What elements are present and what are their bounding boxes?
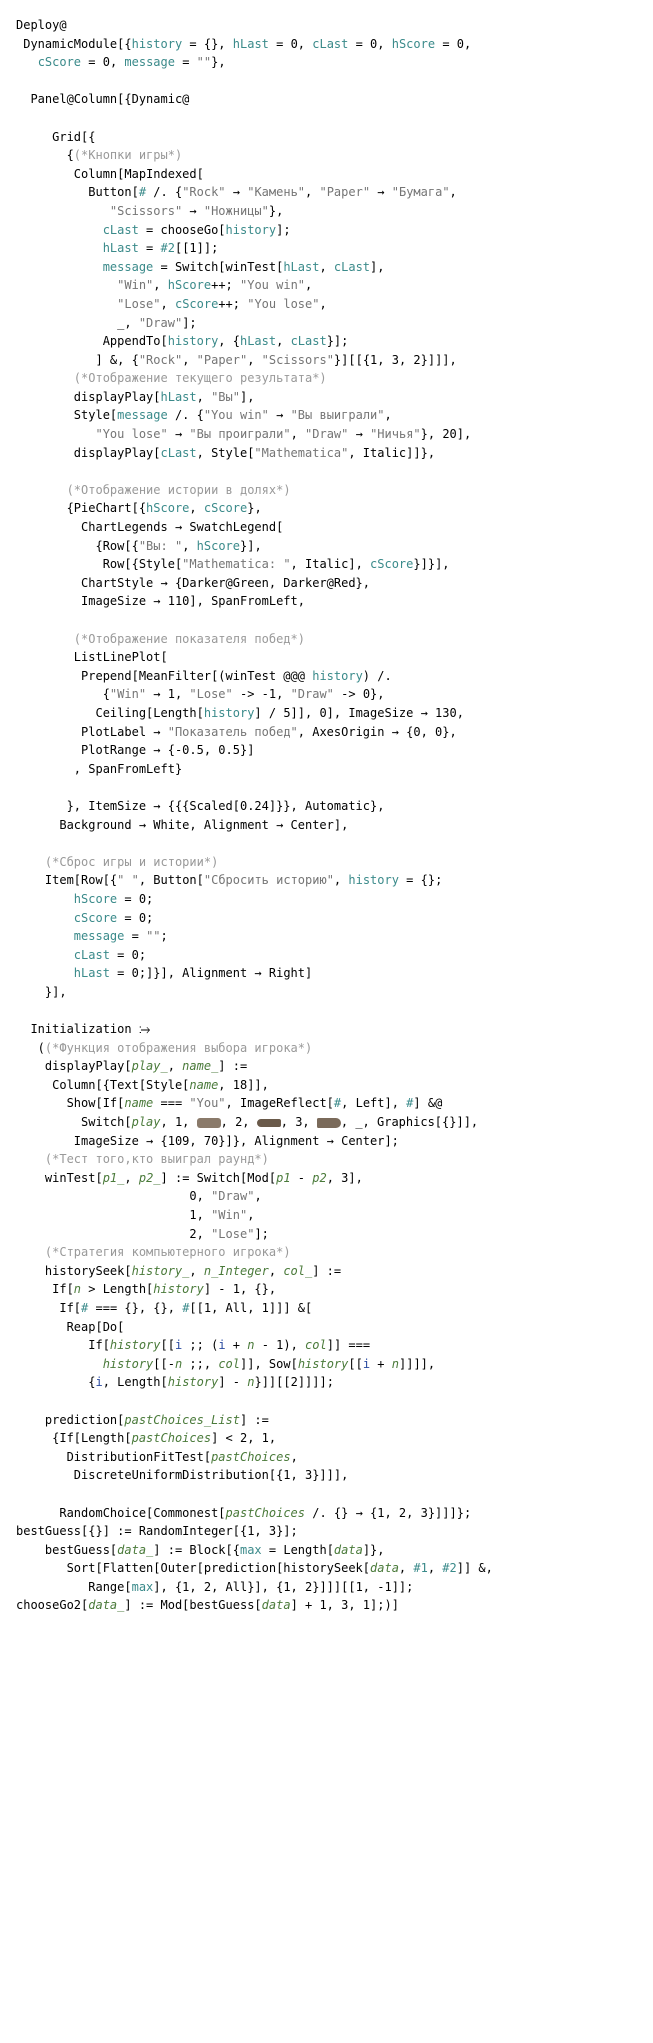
line: Button[# /. {"Rock" → "Камень", "Paper" …	[16, 185, 457, 199]
line: (*Отображение истории в долях*)	[16, 483, 291, 497]
rock-image-icon	[197, 1118, 221, 1128]
line: bestGuess[{}] := RandomInteger[{1, 3}];	[16, 1524, 298, 1538]
line: message = Switch[winTest[hLast, cLast],	[16, 260, 384, 274]
paper-image-icon	[257, 1119, 281, 1127]
line: DiscreteUniformDistribution[{1, 3}]]],	[16, 1468, 348, 1482]
line: Prepend[MeanFilter[(winTest @@@ history)…	[16, 669, 392, 683]
line: history[[-n ;;, col]], Sow[history[[i + …	[16, 1357, 435, 1371]
line: bestGuess[data_] := Block[{max = Length[…	[16, 1543, 385, 1557]
line: Switch[play, 1, , 2, , 3, , _, Graphics[…	[16, 1115, 478, 1129]
line: "Win", hScore++; "You win",	[16, 278, 312, 292]
line: }, ItemSize → {{{Scaled[0.24]}}, Automat…	[16, 799, 384, 813]
line: (*Стратегия компьютерного игрока*)	[16, 1245, 291, 1259]
line: displayPlay[hLast, "Вы"],	[16, 390, 254, 404]
line: Column[MapIndexed[	[16, 167, 204, 181]
line: ChartStyle → {Darker@Green, Darker@Red},	[16, 576, 370, 590]
line: (*Тест того,кто выиграл раунд*)	[16, 1152, 269, 1166]
line: DistributionFitTest[pastChoices,	[16, 1450, 298, 1464]
line: (*Сброс игры и истории*)	[16, 855, 218, 869]
line: 2, "Lose"];	[16, 1227, 269, 1241]
line: {(*Кнопки игры*)	[16, 148, 182, 162]
line: If[n > Length[history] - 1, {},	[16, 1282, 276, 1296]
line: cLast = chooseGo[history];	[16, 223, 291, 237]
line: Column[{Text[Style[name, 18]],	[16, 1078, 269, 1092]
line: _, "Draw"];	[16, 316, 197, 330]
line: Style[message /. {"You win" → "Вы выигра…	[16, 408, 392, 422]
line: Show[If[name === "You", ImageReflect[#, …	[16, 1096, 442, 1110]
line: PlotRange → {-0.5, 0.5}]	[16, 743, 254, 757]
line: chooseGo2[data_] := Mod[bestGuess[data] …	[16, 1598, 399, 1612]
line: ChartLegends → SwatchLegend[	[16, 520, 283, 534]
line: {i, Length[history] - n}]][[2]]]];	[16, 1375, 334, 1389]
line: ListLinePlot[	[16, 650, 168, 664]
scissors-image-icon	[317, 1118, 341, 1128]
line: 1, "Win",	[16, 1208, 254, 1222]
line: "Lose", cScore++; "You lose",	[16, 297, 327, 311]
line: AppendTo[history, {hLast, cLast}];	[16, 334, 348, 348]
line: cScore = 0, message = ""},	[16, 55, 226, 69]
line: Sort[Flatten[Outer[prediction[historySee…	[16, 1561, 493, 1575]
line: }],	[16, 985, 67, 999]
line: If[history[[i ;; (i + n - 1), col]] ===	[16, 1338, 370, 1352]
line: hLast = 0;]}], Alignment → Right]	[16, 966, 312, 980]
line: displayPlay[cLast, Style["Mathematica", …	[16, 446, 435, 460]
line: (*Отображение показателя побед*)	[16, 632, 305, 646]
line: Item[Row[{" ", Button["Сбросить историю"…	[16, 873, 442, 887]
line: cLast = 0;	[16, 948, 146, 962]
line: cScore = 0;	[16, 911, 153, 925]
line: "You lose" → "Вы проиграли", "Draw" → "Н…	[16, 427, 471, 441]
line: PlotLabel → "Показатель побед", AxesOrig…	[16, 725, 457, 739]
line: ImageSize → {109, 70}]}, Alignment → Cen…	[16, 1134, 399, 1148]
line: Grid[{	[16, 130, 95, 144]
line: winTest[p1_, p2_] := Switch[Mod[p1 - p2,…	[16, 1171, 363, 1185]
line: {If[Length[pastChoices] < 2, 1,	[16, 1431, 276, 1445]
line: (*Отображение текущего результата*)	[16, 371, 327, 385]
line: "Scissors" → "Ножницы"},	[16, 204, 283, 218]
line: ((*Функция отображения выбора игрока*)	[16, 1041, 312, 1055]
line: Panel@Column[{Dynamic@	[16, 92, 189, 106]
code-listing: Deploy@ DynamicModule[{history = {}, hLa…	[16, 16, 637, 1615]
line: , SpanFromLeft}	[16, 762, 182, 776]
line: message = "";	[16, 929, 168, 943]
line: {Row[{"Вы: ", hScore}],	[16, 539, 262, 553]
line: If[# === {}, {}, #[[1, All, 1]]] &[	[16, 1301, 312, 1315]
line: Background → White, Alignment → Center],	[16, 818, 348, 832]
line: 0, "Draw",	[16, 1189, 262, 1203]
line: Deploy@	[16, 18, 67, 32]
line: ImageSize → 110], SpanFromLeft,	[16, 594, 305, 608]
line: Initialization ⧴	[16, 1022, 150, 1036]
line: RandomChoice[Commonest[pastChoices /. {}…	[16, 1506, 471, 1520]
line: hLast = #2[[1]];	[16, 241, 218, 255]
line: DynamicModule[{history = {}, hLast = 0, …	[16, 37, 471, 51]
line: Ceiling[Length[history] / 5]], 0], Image…	[16, 706, 464, 720]
line: prediction[pastChoices_List] :=	[16, 1413, 269, 1427]
line: ] &, {"Rock", "Paper", "Scissors"}][[{1,…	[16, 353, 457, 367]
line: Reap[Do[	[16, 1320, 124, 1334]
line: displayPlay[play_, name_] :=	[16, 1059, 247, 1073]
line: historySeek[history_, n_Integer, col_] :…	[16, 1264, 341, 1278]
line: Row[{Style["Mathematica: ", Italic], cSc…	[16, 557, 450, 571]
line: hScore = 0;	[16, 892, 153, 906]
line: {PieChart[{hScore, cScore},	[16, 501, 262, 515]
line: Range[max], {1, 2, All}], {1, 2}]]][[1, …	[16, 1580, 413, 1594]
line: {"Win" → 1, "Lose" -> -1, "Draw" -> 0},	[16, 687, 385, 701]
